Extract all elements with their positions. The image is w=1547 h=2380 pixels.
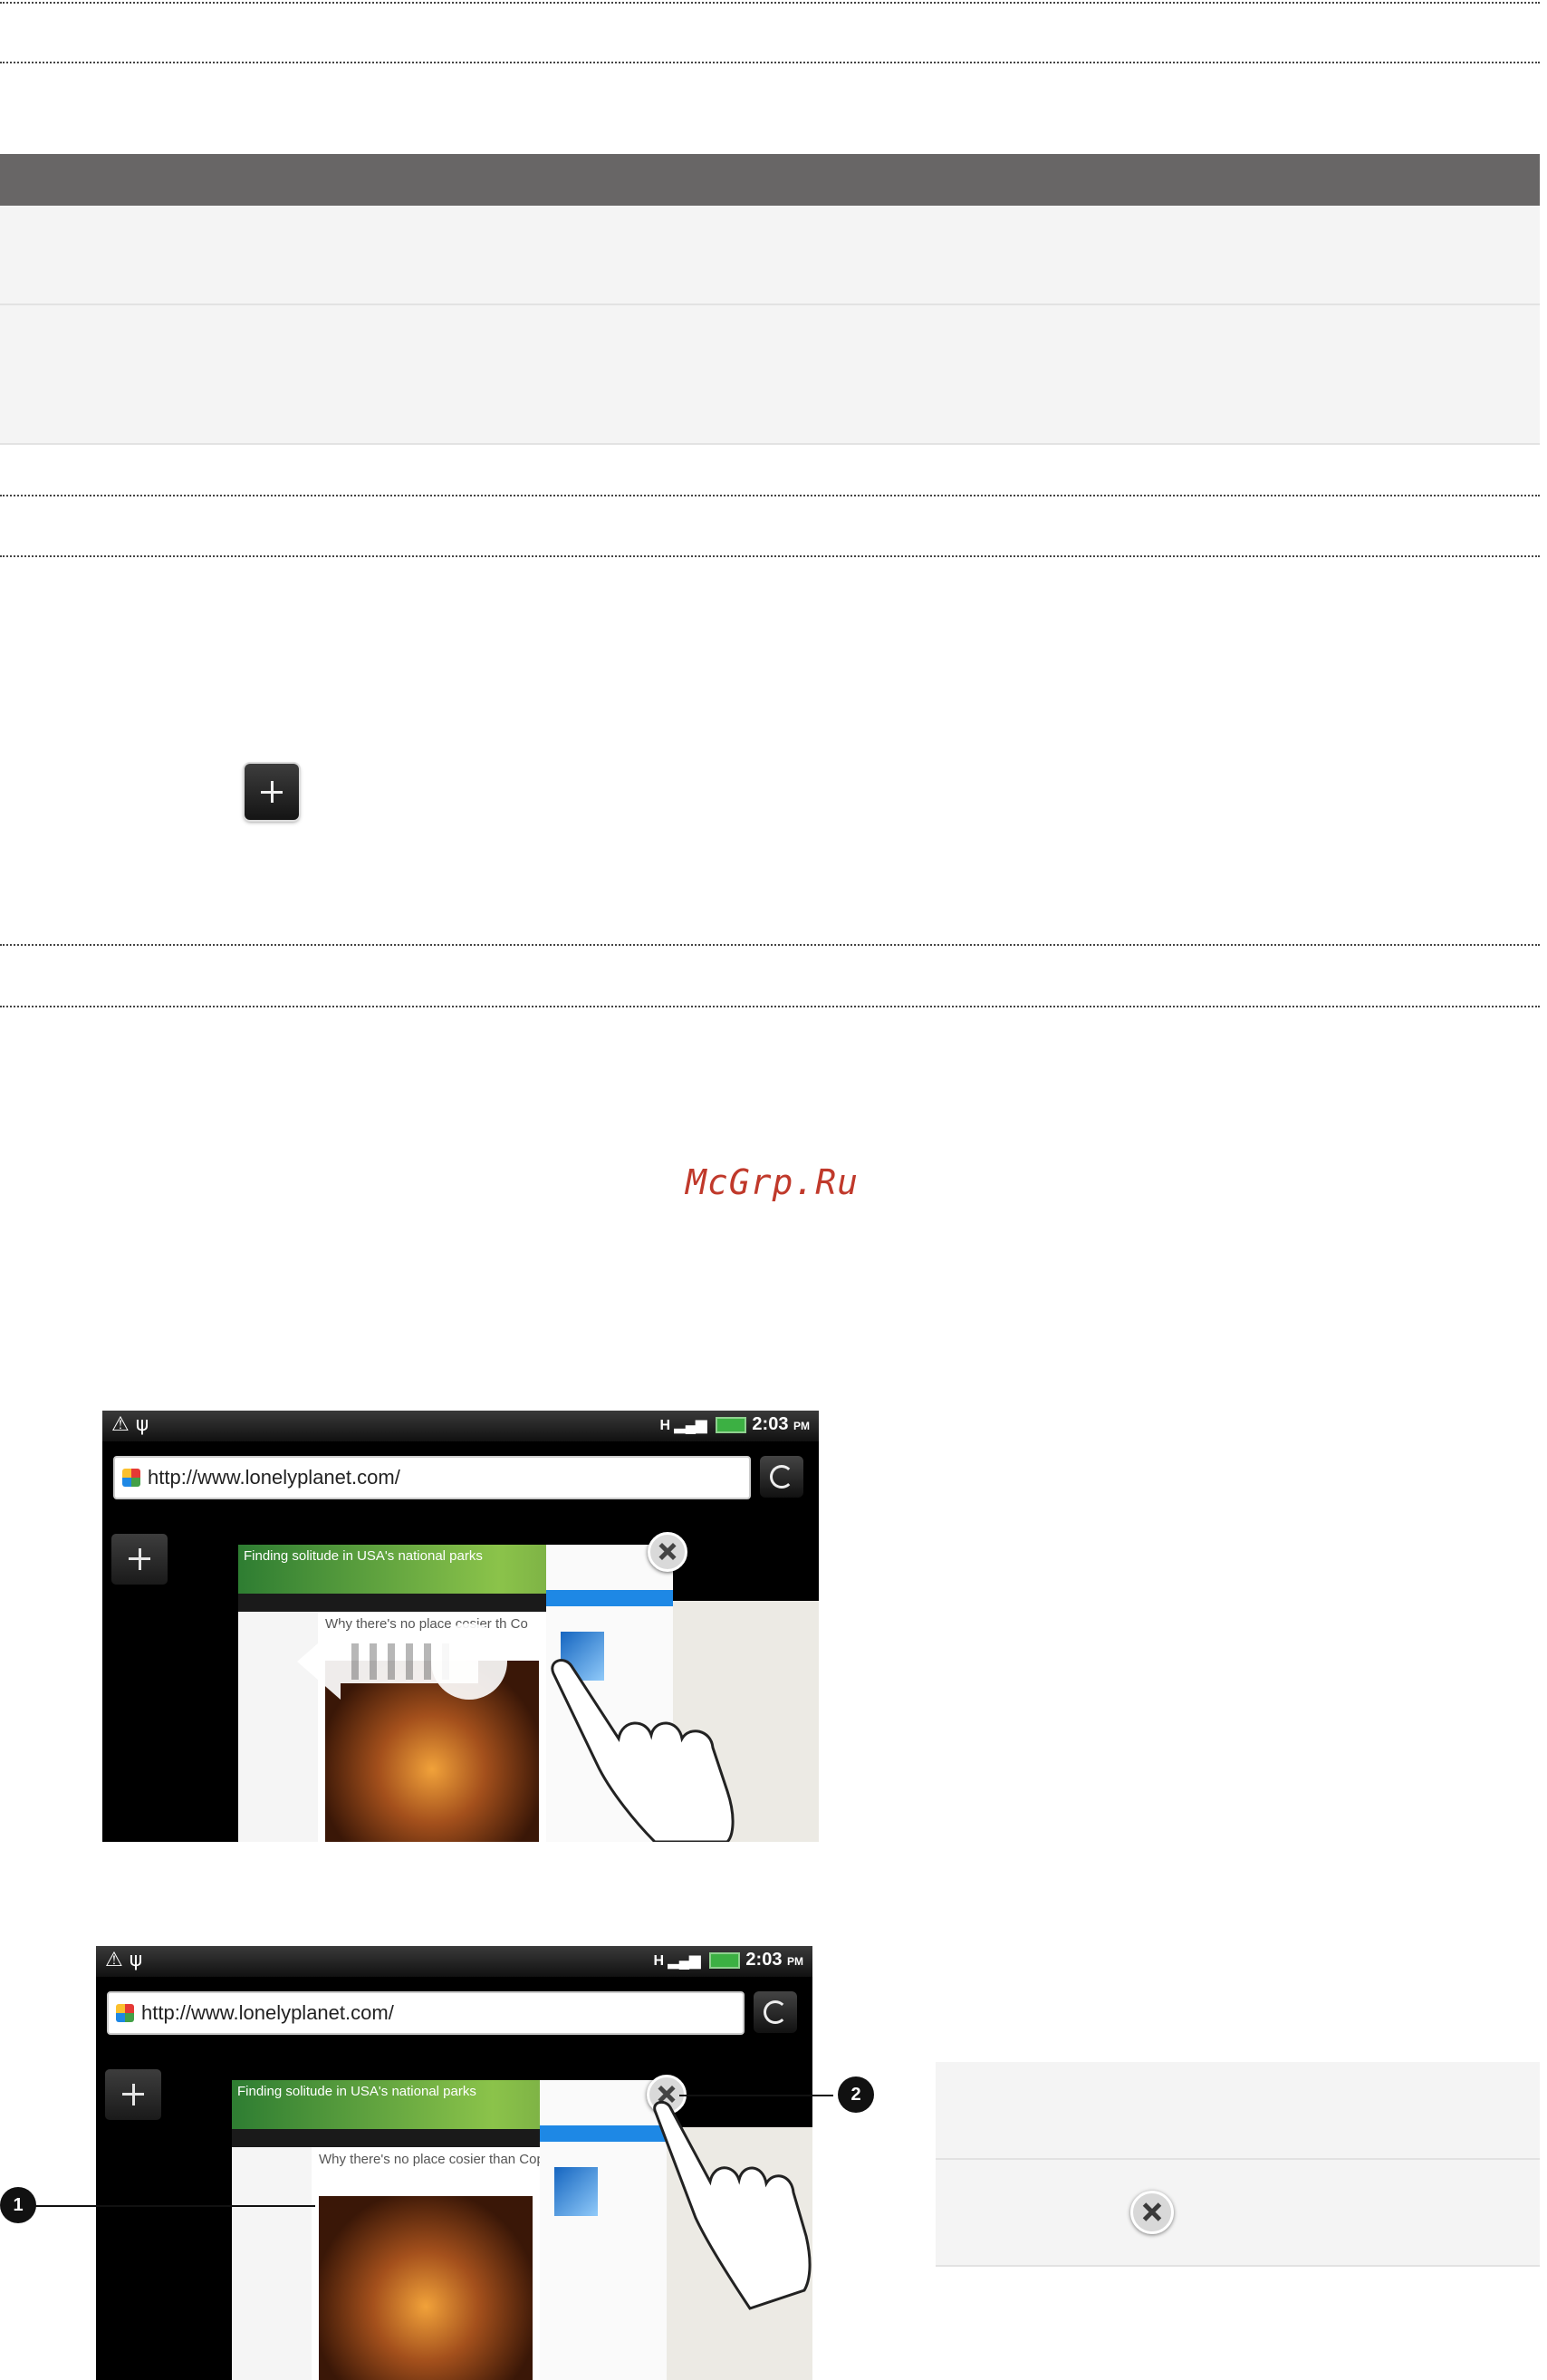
status-time: 2:03 [745,1950,783,1970]
dotted-divider [0,2,1540,4]
tab-banner-text: Finding solitude in USA's national parks [244,1548,483,1564]
dotted-divider [0,495,1540,496]
table-header [0,154,1540,206]
table-row [936,2062,1540,2160]
browser-screenshot-swipe: ⚠ ψ H ▂▄▆ 2:03 PM http://www.lonelyplanet… [102,1411,819,1842]
new-tab-plus-icon[interactable] [105,2069,161,2120]
refresh-icon[interactable] [754,1991,797,2033]
hand-pointer-icon [653,2100,812,2310]
status-ampm: PM [793,1420,810,1432]
status-ampm: PM [787,1955,803,1968]
close-icon [1130,2191,1174,2234]
favicon-icon [122,1469,140,1487]
new-tab-plus-icon[interactable] [111,1534,168,1585]
callout-2: 2 [838,2076,874,2113]
table-row [0,305,1540,445]
battery-icon [709,1951,741,1969]
signal-icon: H ▂▄▆ [659,1418,707,1433]
hand-pointer-icon [551,1659,735,1842]
status-bar: ⚠ ψ H ▂▄▆ 2:03 PM [102,1411,819,1441]
callout-1: 1 [0,2187,36,2223]
battery-icon [716,1416,747,1433]
callout-leader-line [679,2095,833,2096]
tab-photo [319,2196,533,2380]
dotted-divider [0,1006,1540,1007]
status-bar: ⚠ ψ H ▂▄▆ 2:03 PM [96,1946,812,1977]
url-text: http://www.lonelyplanet.com/ [141,2001,394,2024]
dotted-divider [0,555,1540,557]
status-time: 2:03 [752,1414,789,1434]
favicon-icon [116,2004,134,2022]
url-bar[interactable]: http://www.lonelyplanet.com/ [113,1456,751,1499]
tab-banner-text: Finding solitude in USA's national parks [237,2084,476,2099]
browser-screenshot-close: ⚠ ψ H ▂▄▆ 2:03 PM http://www.lonelyplanet… [96,1946,812,2380]
table-row [936,2160,1540,2267]
url-text: http://www.lonelyplanet.com/ [148,1466,400,1489]
warning-usb-icon: ⚠ ψ [105,1949,143,1971]
signal-icon: H ▂▄▆ [653,1953,701,1969]
close-tab-icon[interactable] [648,1532,687,1572]
callout-leader-line [34,2205,315,2207]
table-row [0,206,1540,305]
tab-thumbnail[interactable]: Finding solitude in USA's national parks… [232,2080,667,2380]
url-bar[interactable]: http://www.lonelyplanet.com/ [107,1991,745,2035]
watermark: McGrp.Ru [686,1162,860,1202]
warning-usb-icon: ⚠ ψ [111,1413,149,1436]
refresh-icon[interactable] [760,1456,803,1498]
dotted-divider [0,944,1540,946]
dotted-divider [0,62,1540,63]
new-tab-plus-icon [245,764,299,820]
